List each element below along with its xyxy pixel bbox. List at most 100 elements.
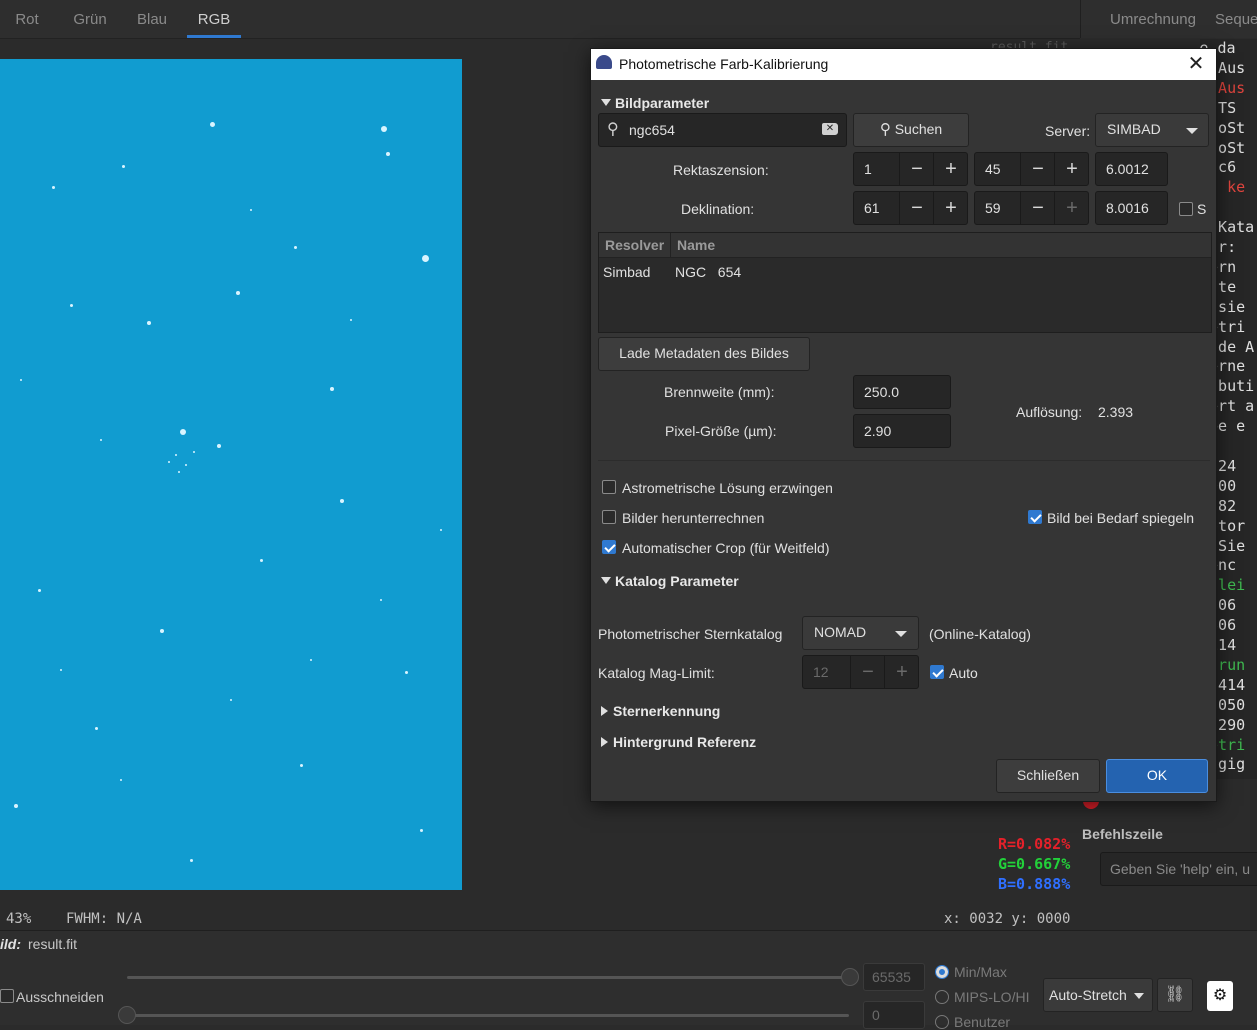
radio-user-label: Benutzer	[954, 1014, 1011, 1030]
crop-checkbox[interactable]	[0, 989, 14, 1003]
histogram-icon[interactable]: ⚙	[1207, 981, 1233, 1011]
max-value-input[interactable]: 65535	[863, 963, 925, 991]
dec-minutes-spinbox[interactable]: 59− +	[974, 191, 1089, 225]
autocrop-label: Automatischer Crop (für Weitfeld)	[622, 540, 830, 556]
minus-icon: −	[850, 656, 885, 688]
fwhm-readout: FWHM: N/A	[66, 911, 142, 927]
bottom-panel: ild: result.fit Ausschneiden 65535 0 Min…	[0, 930, 1257, 1030]
server-select[interactable]: SIMBAD	[1095, 113, 1209, 147]
minus-icon: −	[1020, 192, 1055, 224]
ok-button[interactable]: OK	[1106, 759, 1208, 793]
mag-limit-spinbox[interactable]: 12− +	[802, 655, 919, 689]
max-slider-handle[interactable]	[841, 968, 859, 986]
column-resolver[interactable]: Resolver	[605, 237, 664, 253]
image-label-key: ild:	[0, 936, 21, 952]
dec-label: Deklination:	[681, 201, 755, 217]
focal-input[interactable]: 250.0	[853, 375, 951, 409]
image-filename: result.fit	[28, 936, 78, 952]
app-icon	[596, 55, 612, 69]
search-icon: ⚲	[879, 121, 891, 138]
min-slider-handle[interactable]	[118, 1006, 136, 1024]
tab-blue[interactable]: Blau	[126, 0, 178, 38]
resolver-table[interactable]: Resolver Name Simbad NGC 654	[598, 232, 1212, 333]
tab-red[interactable]: Rot	[0, 0, 54, 38]
radio-minmax-label: Min/Max	[954, 964, 1007, 980]
mag-auto-checkbox[interactable]	[930, 665, 944, 679]
resolution-label: Auflösung:	[1016, 404, 1083, 420]
max-slider[interactable]	[127, 976, 849, 979]
dec-seconds-input[interactable]: 8.0016	[1095, 191, 1168, 225]
plus-icon: +	[933, 192, 968, 224]
plus-icon: +	[1054, 153, 1089, 185]
force-astrometry-checkbox[interactable]	[602, 480, 616, 494]
autocrop-checkbox[interactable]	[602, 540, 616, 554]
min-value-input[interactable]: 0	[863, 1001, 925, 1029]
crop-label: Ausschneiden	[16, 989, 104, 1005]
focal-label: Brennweite (mm):	[664, 384, 775, 400]
divider	[598, 460, 1210, 461]
link-icon[interactable]: ⛓	[1157, 978, 1193, 1012]
astro-image[interactable]	[0, 59, 462, 890]
plus-icon: +	[1054, 192, 1089, 224]
server-label: Server:	[1045, 123, 1091, 139]
table-row[interactable]: Simbad NGC 654	[599, 261, 1211, 283]
status-line: 43% FWHM: N/A x: 0032 y: 0000	[0, 909, 1080, 929]
section-background-reference[interactable]: Hintergrund Referenz	[598, 734, 756, 750]
tab-green[interactable]: Grün	[62, 0, 118, 38]
force-astrometry-label: Astrometrische Lösung erzwingen	[622, 480, 833, 496]
search-input[interactable]: ⚲ ngc654 ✕	[598, 113, 847, 147]
command-panel: Befehlszeile Geben Sie 'help' ein, u	[1080, 780, 1257, 930]
pixel-size-input[interactable]: 2.90	[853, 414, 951, 448]
dialog-title: Photometrische Farb-Kalibrierung	[619, 56, 829, 72]
stretch-select[interactable]: Auto-Stretch	[1043, 978, 1153, 1012]
mag-limit-label: Katalog Mag-Limit:	[598, 665, 715, 681]
blue-readout: B=0.888%	[998, 875, 1071, 893]
resolution-value: 2.393	[1098, 404, 1134, 420]
chevron-down-icon	[1186, 128, 1198, 134]
tab-conversion[interactable]: Umrechnung	[1093, 0, 1213, 38]
dec-south-label: S	[1197, 201, 1207, 217]
right-tabbar: Umrechnung Seque	[1080, 0, 1257, 38]
radio-user[interactable]	[935, 1015, 949, 1029]
tab-sequence[interactable]: Seque	[1215, 0, 1257, 38]
section-catalog-params[interactable]: Katalog Parameter	[601, 573, 739, 589]
radio-minmax[interactable]	[935, 965, 949, 979]
search-button[interactable]: ⚲ Suchen	[853, 113, 969, 147]
photometric-calibration-dialog: Photometrische Farb-Kalibrierung ✕ Bildp…	[590, 48, 1217, 802]
chevron-down-icon	[895, 631, 907, 637]
plus-icon: +	[884, 656, 919, 688]
mag-auto-label: Auto	[949, 665, 978, 681]
minus-icon: −	[1020, 153, 1055, 185]
tab-rgb[interactable]: RGB	[187, 0, 241, 38]
clear-icon[interactable]: ✕	[822, 123, 838, 135]
section-star-detection[interactable]: Sternerkennung	[598, 703, 720, 719]
radio-mips[interactable]	[935, 990, 949, 1004]
ra-label: Rektaszension:	[673, 162, 769, 178]
catalog-note: (Online-Katalog)	[929, 626, 1031, 642]
collapse-icon	[601, 737, 608, 747]
catalog-select[interactable]: NOMAD	[802, 616, 919, 650]
min-slider[interactable]	[127, 1014, 849, 1017]
chevron-down-icon	[1134, 993, 1144, 999]
dialog-titlebar: Photometrische Farb-Kalibrierung ✕	[591, 49, 1216, 80]
close-icon[interactable]: ✕	[1185, 52, 1207, 76]
expand-icon	[601, 99, 611, 106]
column-name[interactable]: Name	[677, 237, 715, 253]
downsample-checkbox[interactable]	[602, 510, 616, 524]
flip-checkbox[interactable]	[1028, 510, 1042, 524]
catalog-label: Photometrischer Sternkatalog	[598, 626, 783, 642]
load-metadata-button[interactable]: Lade Metadaten des Bildes	[598, 337, 810, 371]
ra-seconds-input[interactable]: 6.0012	[1095, 152, 1168, 186]
section-image-params[interactable]: Bildparameter	[601, 95, 709, 111]
zoom-level: 43%	[6, 911, 32, 927]
ra-hours-spinbox[interactable]: 1− +	[853, 152, 968, 186]
plus-icon: +	[933, 153, 968, 185]
green-readout: G=0.667%	[998, 855, 1071, 873]
dec-south-checkbox[interactable]	[1179, 202, 1193, 216]
flip-label: Bild bei Bedarf spiegeln	[1047, 510, 1195, 526]
ra-minutes-spinbox[interactable]: 45− +	[974, 152, 1089, 186]
close-button[interactable]: Schließen	[996, 759, 1100, 793]
command-input[interactable]: Geben Sie 'help' ein, u	[1100, 852, 1257, 886]
dec-degrees-spinbox[interactable]: 61− +	[853, 191, 968, 225]
pixel-size-label: Pixel-Größe (µm):	[665, 423, 777, 439]
